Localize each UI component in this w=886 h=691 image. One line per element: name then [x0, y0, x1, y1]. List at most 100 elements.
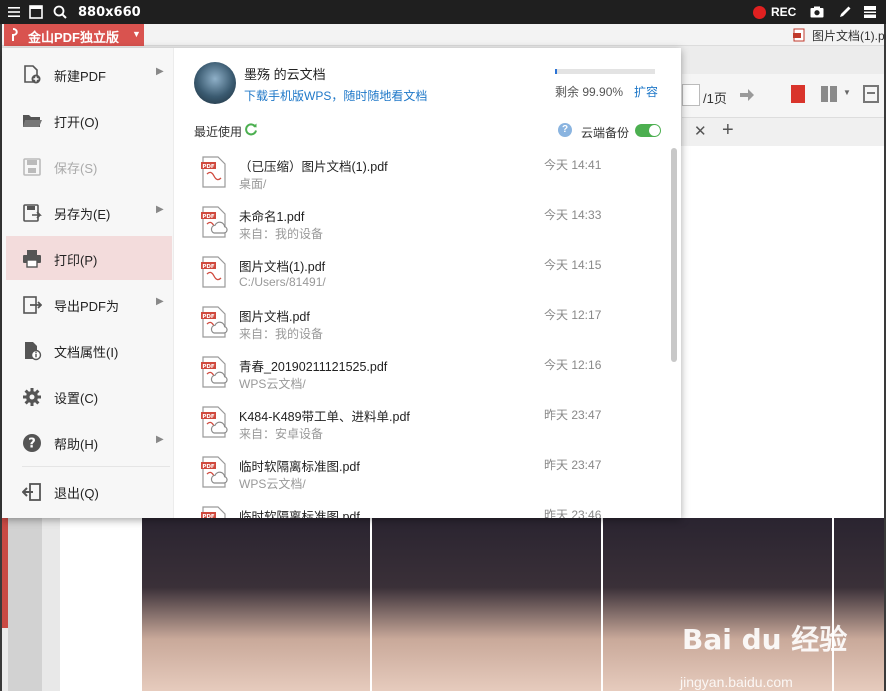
next-page-icon[interactable] — [738, 86, 756, 104]
app-menu-label: 金山PDF独立版 — [28, 30, 120, 45]
storage-quota-text: 剩余 99.90% — [555, 85, 624, 99]
page-view-icon[interactable] — [820, 84, 840, 104]
pdf-file-icon: PDF — [201, 256, 226, 288]
menu-item-save[interactable]: 保存(S) — [6, 144, 172, 188]
capture-size-label: 880x660 — [78, 5, 141, 20]
svg-text:PDF: PDF — [202, 264, 215, 270]
title-bar: 金山PDF独立版 ▼ 图片文档(1).pdf — [2, 24, 886, 46]
menu-item-label: 打印(P) — [54, 253, 98, 268]
pen-icon[interactable] — [837, 4, 853, 20]
backup-help-icon[interactable]: ? — [558, 123, 572, 137]
folder-open-icon — [23, 115, 42, 127]
document-tab-title[interactable]: 图片文档(1).pdf — [812, 27, 886, 44]
close-tab-icon[interactable]: ✕ — [694, 122, 707, 140]
recent-file-name: 临时软隔离标准图.pdf — [239, 460, 360, 474]
camera-icon[interactable] — [809, 4, 825, 20]
menu-item-label: 退出(Q) — [54, 486, 99, 501]
svg-text:?: ? — [28, 437, 36, 452]
recent-file-row[interactable]: PDF K484-K489带工单、进料单.pdf 来自：安卓设备 昨天 23:47 — [174, 396, 669, 446]
recent-list-scrollbar[interactable] — [671, 148, 677, 362]
rec-label[interactable]: REC — [771, 5, 796, 19]
recorder-bar: 880x660 REC — [0, 0, 886, 24]
recent-file-time: 今天 12:16 — [544, 358, 602, 372]
menu-item-label: 导出PDF为 — [54, 299, 120, 314]
page-photo-image — [142, 518, 884, 691]
menu-item-export[interactable]: 导出PDF为 ▶ — [6, 282, 172, 326]
pdf-file-icon: PDF — [201, 206, 228, 238]
menu-item-label: 新建PDF — [54, 69, 107, 84]
recent-file-row[interactable]: PDF 临时软隔离标准图.pdf WPS云文档/昨天 23:47 — [174, 446, 669, 496]
save-as-icon — [23, 204, 42, 222]
menu-item-save-as[interactable]: 另存为(E) ▶ — [6, 190, 172, 234]
save-icon — [23, 158, 41, 176]
recent-file-path: 来自：我的设备 — [239, 227, 324, 241]
recent-file-name: （已压缩）图片文档(1).pdf — [239, 160, 388, 174]
pdf-logo-icon — [12, 28, 18, 41]
pdf-file-icon: PDF — [201, 406, 228, 438]
recent-file-row[interactable]: PDF 临时软隔离标准图.pdf 昨天 23:46 — [174, 496, 669, 518]
menu-item-print[interactable]: 打印(P) — [6, 236, 172, 280]
side-panel-toggle[interactable] — [2, 518, 8, 628]
rotate-icon[interactable] — [862, 84, 880, 104]
window-icon[interactable] — [28, 4, 44, 20]
avatar[interactable] — [194, 62, 236, 104]
document-tab-strip: ✕ + — [682, 118, 884, 146]
hamburger-menu-icon[interactable] — [6, 4, 22, 20]
refresh-icon[interactable] — [244, 122, 258, 136]
pdf-file-icon: PDF — [201, 456, 228, 488]
menu-item-label: 设置(C) — [54, 391, 99, 406]
expand-storage-link[interactable]: 扩容 — [634, 83, 658, 100]
recent-file-time: 昨天 23:47 — [544, 458, 602, 472]
record-dot-icon[interactable] — [753, 6, 766, 19]
download-mobile-link[interactable]: 下载手机版WPS，随时随地看文档 — [244, 87, 427, 104]
pdf-file-icon: PDF — [201, 156, 226, 188]
pdf-file-icon: PDF — [201, 506, 226, 518]
svg-text:PDF: PDF — [202, 464, 215, 470]
gear-icon — [23, 388, 41, 406]
cloud-user-name: 墨殇 的云文档 — [244, 67, 326, 82]
baidu-watermark-url: jingyan.baidu.com — [680, 674, 793, 690]
menu-item-help[interactable]: ? 帮助(H) ▶ — [6, 420, 172, 464]
recent-file-path: WPS云文档/ — [239, 377, 306, 391]
add-tab-icon[interactable]: + — [722, 119, 734, 142]
menu-item-label: 另存为(E) — [54, 207, 111, 222]
help-icon: ? — [23, 434, 41, 452]
svg-text:PDF: PDF — [202, 214, 215, 220]
recent-file-row[interactable]: PDF 未命名1.pdf 来自：我的设备 今天 14:33 — [174, 196, 669, 246]
submenu-arrow-icon: ▶ — [156, 434, 164, 445]
recent-file-name: 图片文档(1).pdf — [239, 260, 326, 274]
pdf-file-icon — [793, 28, 805, 42]
recent-files-list: PDF （已压缩）图片文档(1).pdf 桌面/今天 14:41 PDF 未命名1.pd… — [174, 146, 669, 518]
menu-item-doc-properties[interactable]: 文档属性(I) — [6, 328, 172, 372]
svg-text:PDF: PDF — [202, 164, 215, 170]
recent-file-time: 今天 14:41 — [544, 158, 602, 172]
page-total-label: /1页 — [703, 91, 727, 106]
search-icon[interactable] — [52, 4, 68, 20]
recent-file-row[interactable]: PDF （已压缩）图片文档(1).pdf 桌面/今天 14:41 — [174, 146, 669, 196]
app-menu-button[interactable]: 金山PDF独立版 ▼ — [4, 24, 144, 46]
page-number-input[interactable] — [682, 84, 700, 106]
menu-item-label: 打开(O) — [54, 115, 99, 130]
recent-file-time: 昨天 23:47 — [544, 408, 602, 422]
pdf-red-icon[interactable] — [790, 84, 806, 104]
recent-file-row[interactable]: PDF 图片文档(1).pdf C:/Users/81491/今天 14:15 — [174, 246, 669, 296]
document-info-icon — [25, 342, 42, 361]
view-dropdown-icon[interactable]: ▼ — [843, 88, 851, 97]
recent-file-row[interactable]: PDF 青春_20190211121525.pdf WPS云文档/今天 12:16 — [174, 346, 669, 396]
recent-file-time: 今天 12:17 — [544, 308, 602, 322]
storage-quota-bar — [555, 69, 655, 74]
pdf-file-icon: PDF — [201, 306, 228, 338]
layout-toggle-icon[interactable] — [862, 4, 878, 20]
export-icon — [23, 296, 42, 314]
recent-file-name: 图片文档.pdf — [239, 310, 310, 324]
menu-item-settings[interactable]: 设置(C) — [6, 374, 172, 418]
recent-file-path: C:/Users/81491/ — [239, 275, 326, 289]
menu-item-open[interactable]: 打开(O) — [6, 98, 172, 142]
cloud-backup-toggle[interactable] — [635, 124, 661, 137]
menu-item-exit[interactable]: 退出(Q) — [6, 469, 172, 513]
menu-item-new-pdf[interactable]: 新建PDF ▶ — [6, 52, 172, 96]
exit-icon — [22, 483, 41, 501]
submenu-arrow-icon: ▶ — [156, 66, 164, 77]
submenu-arrow-icon: ▶ — [156, 296, 164, 307]
recent-file-row[interactable]: PDF 图片文档.pdf 来自：我的设备 今天 12:17 — [174, 296, 669, 346]
